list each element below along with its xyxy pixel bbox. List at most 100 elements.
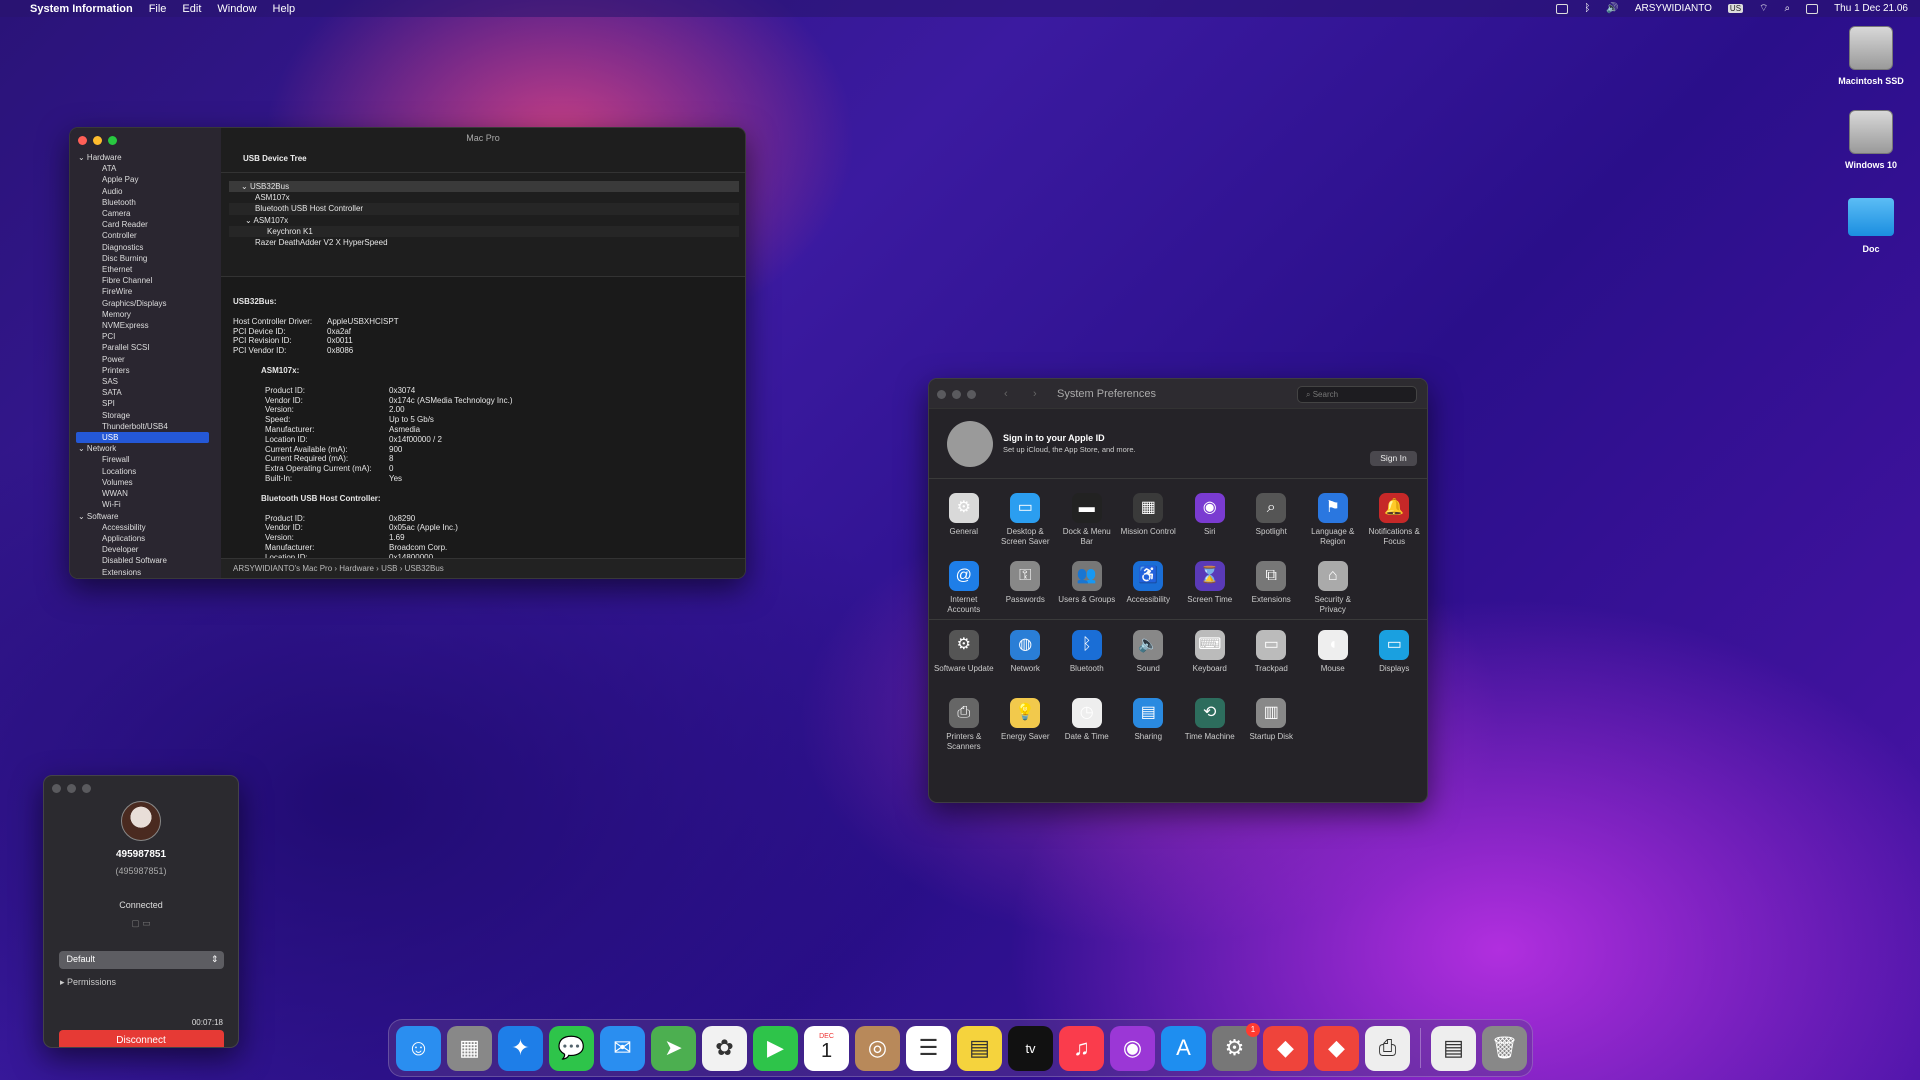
sidebar-item[interactable]: Volumes xyxy=(70,477,221,488)
sidebar-item[interactable]: Thunderbolt/USB4 xyxy=(70,421,221,432)
pref-pane-sharing[interactable]: ▤ Sharing xyxy=(1118,688,1180,756)
sidebar-item[interactable]: WWAN xyxy=(70,488,221,499)
mode-select[interactable]: Default ⇕ xyxy=(58,951,224,969)
back-icon[interactable]: ‹ xyxy=(1004,388,1008,400)
zoom-button[interactable] xyxy=(967,390,976,399)
sidebar-item[interactable]: PCI xyxy=(70,331,221,342)
minimize-button[interactable] xyxy=(93,136,102,145)
dock-launchpad[interactable]: ▦ xyxy=(447,1025,492,1071)
sidebar-item[interactable]: SAS xyxy=(70,376,221,387)
close-button[interactable] xyxy=(78,136,87,145)
sidebar-item[interactable]: Extensions xyxy=(70,567,221,578)
search-input[interactable]: ⌕ Search xyxy=(1297,386,1417,403)
clock[interactable]: Thu 1 Dec 21.06 xyxy=(1834,3,1908,14)
dock-music[interactable]: ♫ xyxy=(1059,1025,1104,1071)
permissions-disclosure[interactable]: ▸ Permissions xyxy=(44,969,238,988)
dock-podcasts[interactable]: ◉ xyxy=(1110,1025,1155,1071)
pref-pane-accessibility[interactable]: ♿ Accessibility xyxy=(1118,551,1180,619)
pref-pane-screen-time[interactable]: ⌛ Screen Time xyxy=(1179,551,1241,619)
sidebar-group[interactable]: ⌄ Software xyxy=(70,511,221,522)
desktop-folder-doc[interactable]: Doc xyxy=(1826,198,1916,254)
spotlight-icon[interactable]: ⌕ xyxy=(1784,3,1790,14)
desktop-drive-windows[interactable]: Windows 10 xyxy=(1826,110,1916,170)
dock-maps[interactable]: ➤ xyxy=(651,1025,696,1071)
pref-pane-internet-accounts[interactable]: @ Internet Accounts xyxy=(933,551,995,619)
pref-pane-sound[interactable]: 🔈 Sound xyxy=(1118,620,1180,688)
close-button[interactable] xyxy=(52,784,61,793)
desktop-drive-macintosh-ssd[interactable]: Macintosh SSD xyxy=(1826,26,1916,86)
sidebar-item[interactable]: Locations xyxy=(70,466,221,477)
sidebar-item[interactable]: ATA xyxy=(70,163,221,174)
sidebar-item[interactable]: Card Reader xyxy=(70,219,221,230)
pref-pane-time-machine[interactable]: ⟲ Time Machine xyxy=(1179,688,1241,756)
pref-pane-trackpad[interactable]: ▭ Trackpad xyxy=(1241,620,1303,688)
pref-pane-displays[interactable]: ▭ Displays xyxy=(1364,620,1426,688)
sidebar-item[interactable]: Accessibility xyxy=(70,522,221,533)
sidebar-item[interactable]: USB xyxy=(76,432,209,444)
sidebar-item[interactable]: Ethernet xyxy=(70,264,221,275)
pref-pane-date-time[interactable]: ◷ Date & Time xyxy=(1056,688,1118,756)
sidebar-item[interactable]: Firewall xyxy=(70,454,221,465)
pref-pane-spotlight[interactable]: ⌕ Spotlight xyxy=(1241,483,1303,551)
user-menu[interactable]: ARSYWIDIANTO xyxy=(1635,3,1712,14)
menu-help[interactable]: Help xyxy=(273,3,296,15)
pref-pane-printers-scanners[interactable]: ⎙ Printers & Scanners xyxy=(933,688,995,756)
tree-item[interactable]: Bluetooth USB Host Controller xyxy=(229,203,739,215)
zoom-button[interactable] xyxy=(108,136,117,145)
sidebar-item[interactable]: Bluetooth xyxy=(70,197,221,208)
forward-icon[interactable]: › xyxy=(1033,388,1037,400)
disconnect-button[interactable]: Disconnect xyxy=(58,1030,224,1047)
sidebar-item[interactable]: Disc Burning xyxy=(70,253,221,264)
minimize-button[interactable] xyxy=(952,390,961,399)
sidebar-item[interactable]: Audio xyxy=(70,186,221,197)
tree-item[interactable]: Keychron K1 xyxy=(229,225,739,238)
sidebar-item[interactable]: Power xyxy=(70,354,221,365)
sidebar-item[interactable]: Camera xyxy=(70,208,221,219)
dock-notes[interactable]: ▤ xyxy=(957,1025,1002,1071)
sidebar-group[interactable]: ⌄ Hardware xyxy=(70,152,221,163)
tree-item[interactable]: ⌄ ASM107x xyxy=(229,215,739,226)
tree-item[interactable]: Razer DeathAdder V2 X HyperSpeed xyxy=(229,237,739,248)
sidebar-item[interactable]: Disabled Software xyxy=(70,555,221,566)
sidebar-item[interactable]: Diagnostics xyxy=(70,242,221,253)
dock-messages[interactable]: 💬 xyxy=(549,1025,594,1071)
control-center-icon[interactable] xyxy=(1806,3,1819,14)
pref-pane-dock-menu-bar[interactable]: ▬ Dock & Menu Bar xyxy=(1056,483,1118,551)
pref-pane-startup-disk[interactable]: ▥ Startup Disk xyxy=(1241,688,1303,756)
pref-pane-language-region[interactable]: ⚑ Language & Region xyxy=(1302,483,1364,551)
minimize-button[interactable] xyxy=(67,784,76,793)
menu-edit[interactable]: Edit xyxy=(182,3,201,15)
sign-in-button[interactable]: Sign In xyxy=(1370,451,1417,466)
dock-scanner[interactable]: ⎙ xyxy=(1365,1025,1410,1071)
pref-pane-mission-control[interactable]: ▦ Mission Control xyxy=(1118,483,1180,551)
dock-photos[interactable]: ✿ xyxy=(702,1025,747,1071)
sidebar-item[interactable]: FireWire xyxy=(70,286,221,297)
screen-mirroring-icon[interactable] xyxy=(1556,3,1569,14)
file-transfer-icon[interactable]: ▢ ▭ xyxy=(44,918,238,929)
volume-icon[interactable]: 🔊 xyxy=(1606,3,1618,14)
sidebar-group[interactable]: ⌄ Network xyxy=(70,443,221,454)
pref-pane-energy-saver[interactable]: 💡 Energy Saver xyxy=(995,688,1057,756)
dock-system-preferences[interactable]: ⚙ 1 xyxy=(1212,1022,1260,1071)
sidebar-item[interactable]: Graphics/Displays xyxy=(70,298,221,309)
dock-anydesk-2[interactable]: ◆ xyxy=(1314,1025,1359,1071)
sidebar-item[interactable]: Controller xyxy=(70,230,221,241)
sidebar-item[interactable]: Parallel SCSI xyxy=(70,342,221,353)
pref-pane-software-update[interactable]: ⚙ Software Update xyxy=(933,620,995,688)
pref-pane-network[interactable]: ◍ Network xyxy=(995,620,1057,688)
menu-window[interactable]: Window xyxy=(217,3,256,15)
pref-pane-mouse[interactable]: ◖ Mouse xyxy=(1302,620,1364,688)
dock-document[interactable]: ▤ xyxy=(1431,1025,1476,1071)
dock-apple-tv[interactable]: tv xyxy=(1008,1025,1053,1071)
sidebar-item[interactable]: Fibre Channel xyxy=(70,275,221,286)
sidebar-item[interactable]: Memory xyxy=(70,309,221,320)
pref-pane-users-groups[interactable]: 👥 Users & Groups xyxy=(1056,551,1118,619)
pref-pane-desktop-screen-saver[interactable]: ▭ Desktop & Screen Saver xyxy=(995,483,1057,551)
pref-pane-siri[interactable]: ◉ Siri xyxy=(1179,483,1241,551)
dock-contacts[interactable]: ◎ xyxy=(855,1025,900,1071)
pref-pane-passwords[interactable]: ⚿ Passwords xyxy=(995,551,1057,619)
dock-calendar[interactable]: DEC 1 xyxy=(804,1025,849,1071)
tree-item[interactable]: ⌄ USB32Bus xyxy=(229,181,739,193)
sidebar-item[interactable]: SPI xyxy=(70,398,221,409)
app-menu[interactable]: System Information xyxy=(30,3,133,15)
